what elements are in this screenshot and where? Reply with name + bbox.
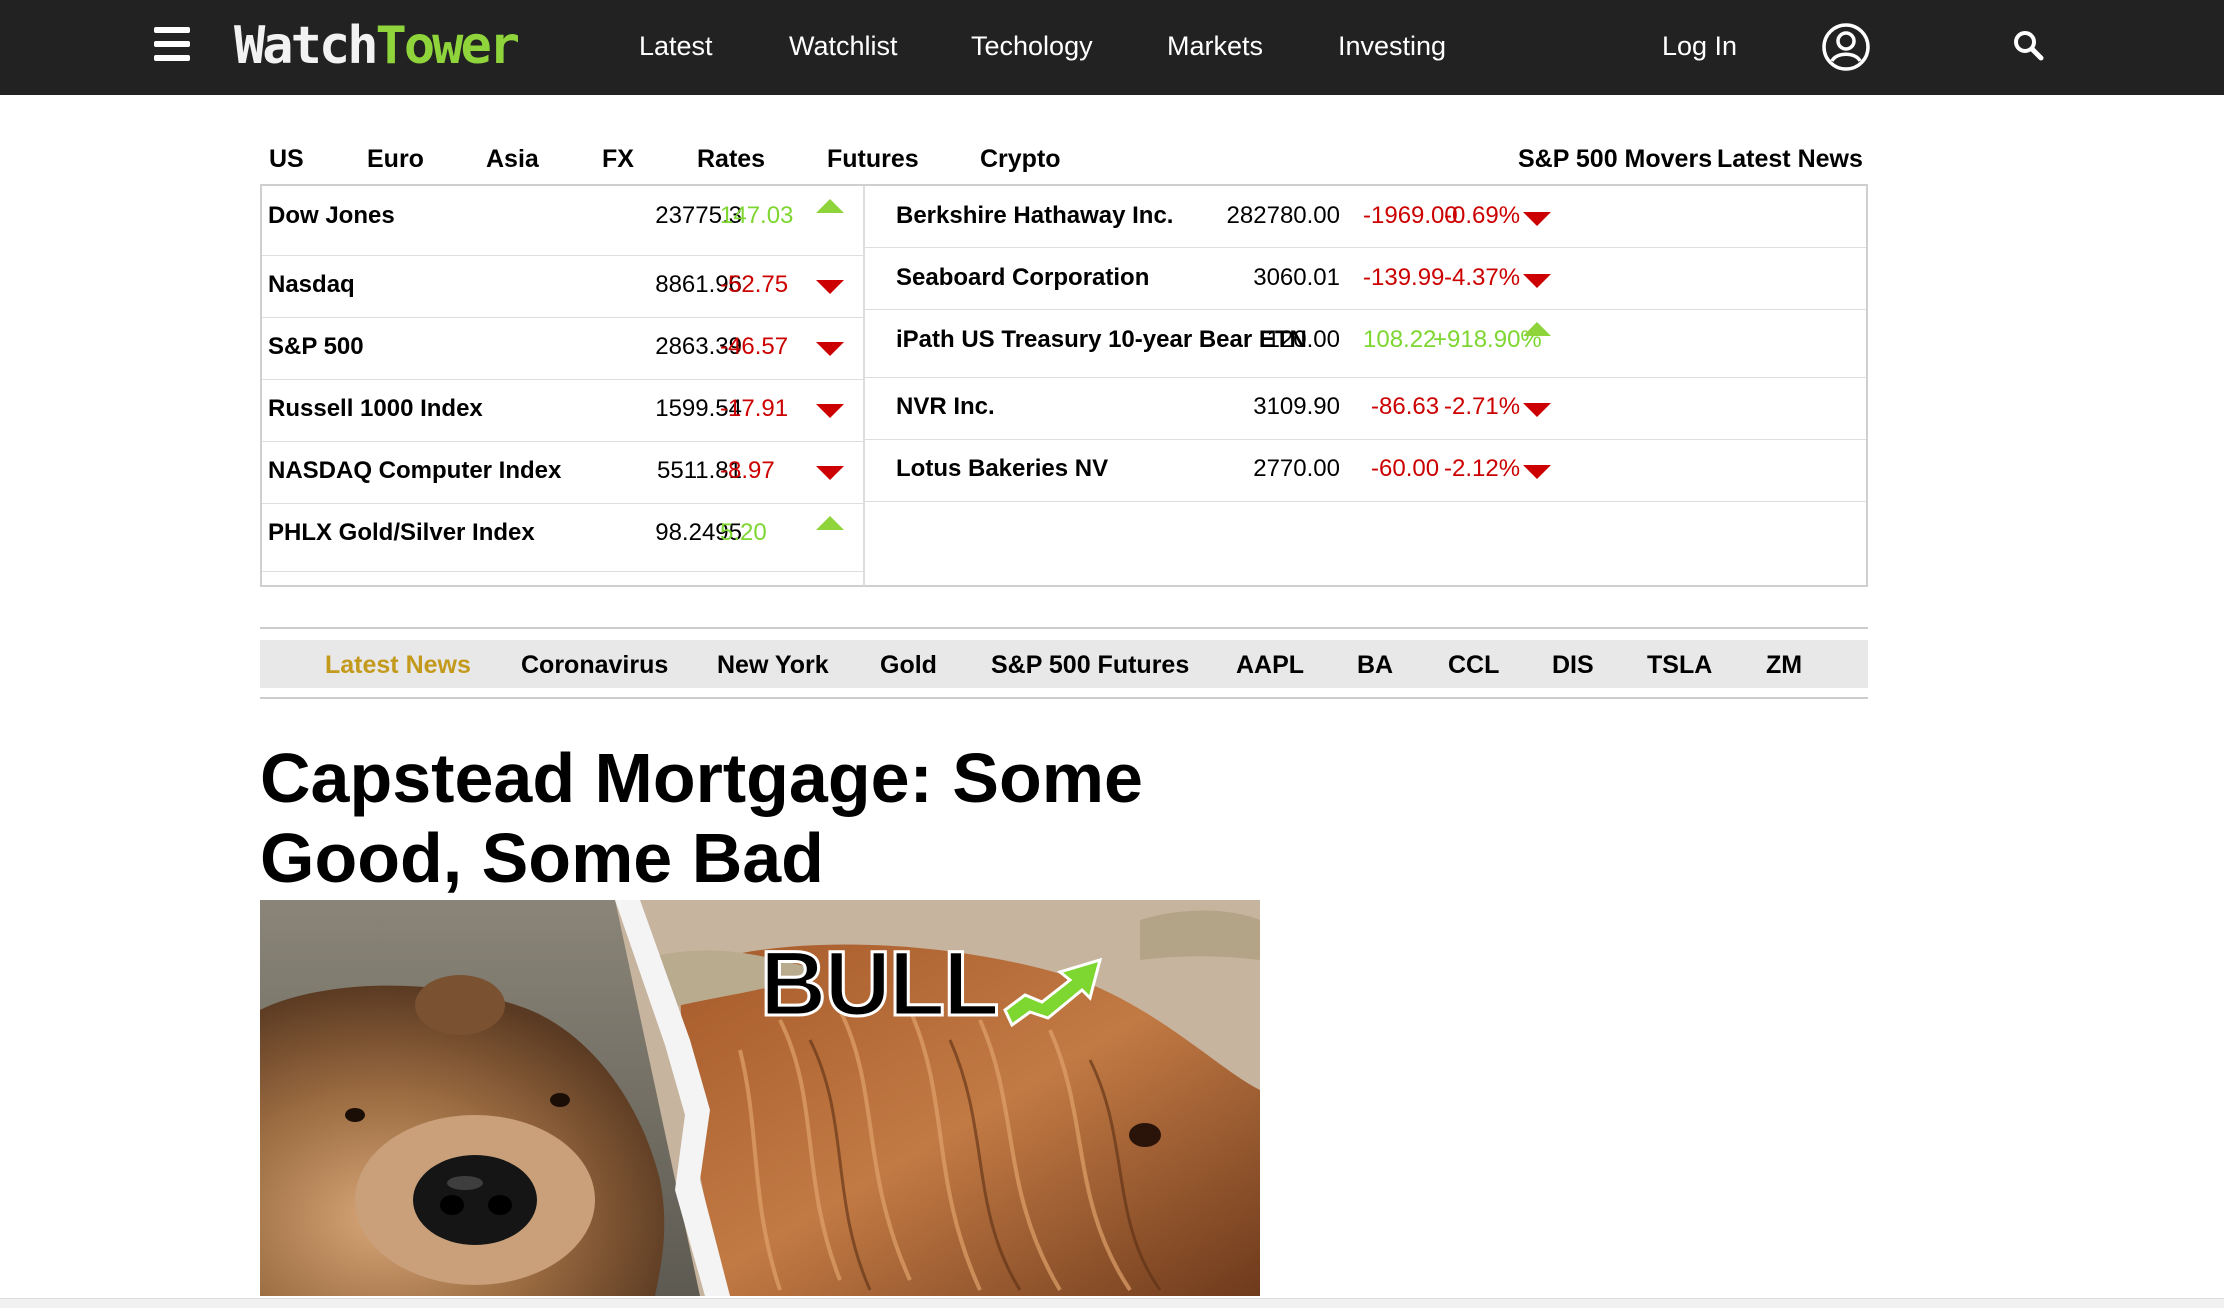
arrow-down-icon [1523,212,1551,226]
topic-ccl[interactable]: CCL [1448,650,1499,680]
logo-part-1: Watch [234,16,379,76]
index-change: -17.91 [720,395,789,422]
index-row[interactable]: S&P 500 2863.39 -46.57 [262,318,863,380]
market-tab-fx[interactable]: FX [602,144,634,174]
arrow-up-icon [816,199,844,213]
mover-change: -139.99 [1363,264,1445,291]
market-tab-asia[interactable]: Asia [486,144,539,174]
mover-row[interactable]: iPath US Treasury 10-year Bear ETN 120.0… [865,310,1866,378]
topic-dis[interactable]: DIS [1552,650,1594,680]
market-tab-euro[interactable]: Euro [367,144,424,174]
mover-price: 3060.01 [1253,264,1340,291]
login-link[interactable]: Log In [1662,30,1737,62]
index-row[interactable]: NASDAQ Computer Index 5511.81 -8.97 [262,442,863,504]
topic-aapl[interactable]: AAPL [1236,650,1304,680]
mover-price: 3109.90 [1253,393,1340,420]
mover-name: Berkshire Hathaway Inc. [896,202,1174,229]
mover-row[interactable]: Lotus Bakeries NV 2770.00 -60.00 -2.12% [865,440,1866,502]
nav-link-latest[interactable]: Latest [639,30,713,62]
arrow-up-icon [816,516,844,530]
index-change: -8.97 [720,457,775,484]
mover-name: Lotus Bakeries NV [896,455,1109,482]
arrow-down-icon [816,280,844,294]
article-hero-image[interactable]: BULL [260,900,1260,1296]
market-data-panel: Dow Jones 23775.3 147.03 Nasdaq 8861.96 … [260,184,1868,587]
site-logo[interactable]: WatchTower [234,14,521,78]
index-change: 5.20 [720,519,767,546]
market-tab-us[interactable]: US [269,144,304,174]
market-tab-crypto[interactable]: Crypto [980,144,1061,174]
arrow-down-icon [1523,403,1551,417]
nav-link-investing[interactable]: Investing [1338,30,1446,62]
mover-row[interactable]: Seaboard Corporation 3060.01 -139.99 -4.… [865,248,1866,310]
page-footer-edge [0,1298,2224,1308]
topic-tsla[interactable]: TSLA [1647,650,1712,680]
market-tab-latest-news[interactable]: Latest News [1717,144,1863,174]
user-icon[interactable] [1821,22,1871,72]
mover-change: 108.22 [1363,326,1437,353]
top-navbar: WatchTower Latest Watchlist Techology Ma… [0,0,2224,95]
mover-price: 120.00 [1266,326,1340,353]
arrow-up-icon [1523,322,1551,336]
market-tab-futures[interactable]: Futures [827,144,919,174]
arrow-down-icon [816,342,844,356]
index-row[interactable]: PHLX Gold/Silver Index 98.2495 5.20 [262,504,863,572]
arrow-down-icon [816,404,844,418]
mover-name: Seaboard Corporation [896,264,1150,291]
nav-link-markets[interactable]: Markets [1167,30,1263,62]
index-name: PHLX Gold/Silver Index [268,519,535,546]
index-name: NASDAQ Computer Index [268,457,562,484]
topics-divider-bottom [260,697,1868,699]
topic-coronavirus[interactable]: Coronavirus [521,650,668,680]
mover-price: 2770.00 [1253,455,1340,482]
nav-link-technology[interactable]: Techology [971,30,1093,62]
arrow-down-icon [1523,274,1551,288]
index-change: 147.03 [720,202,794,229]
nav-link-watchlist[interactable]: Watchlist [789,30,898,62]
topic-gold[interactable]: Gold [880,650,937,680]
arrow-down-icon [816,466,844,480]
market-tab-sp500-movers[interactable]: S&P 500 Movers [1518,144,1712,174]
index-name: Dow Jones [268,202,395,229]
topics-divider-top [260,627,1868,629]
mover-name: NVR Inc. [896,393,995,420]
arrow-down-icon [1523,465,1551,479]
mover-percent: -0.69% [1444,202,1521,229]
article-headline[interactable]: Capstead Mortgage: Some Good, Some Bad [260,738,1260,898]
index-change: -46.57 [720,333,789,360]
topic-new-york[interactable]: New York [717,650,829,680]
mover-change: -86.63 [1371,393,1440,420]
mover-percent: -2.71% [1444,393,1521,420]
bear-bull-illustration: BULL [260,900,1260,1296]
topic-zm[interactable]: ZM [1766,650,1802,680]
bull-label: BULL [760,933,997,1035]
index-change: -52.75 [720,271,789,298]
index-row[interactable]: Nasdaq 8861.96 -52.75 [262,256,863,318]
topic-ba[interactable]: BA [1357,650,1393,680]
topic-sp500-futures[interactable]: S&P 500 Futures [991,650,1189,680]
mover-percent: -4.37% [1444,264,1521,291]
mover-row[interactable]: NVR Inc. 3109.90 -86.63 -2.71% [865,378,1866,440]
index-name: Nasdaq [268,271,355,298]
topic-latest-news[interactable]: Latest News [325,650,471,680]
logo-part-2: Tower [375,16,521,76]
mover-change: -60.00 [1371,455,1440,482]
index-row[interactable]: Russell 1000 Index 1599.54 -17.91 [262,380,863,442]
index-row[interactable]: Dow Jones 23775.3 147.03 [262,186,863,256]
menu-icon[interactable] [154,27,190,61]
market-tab-rates[interactable]: Rates [697,144,765,174]
search-icon[interactable] [2012,29,2044,61]
mover-row[interactable]: Berkshire Hathaway Inc. 282780.00 -1969.… [865,186,1866,248]
mover-price: 282780.00 [1226,202,1340,229]
index-name: S&P 500 [268,333,364,360]
mover-percent: -2.12% [1444,455,1521,482]
index-name: Russell 1000 Index [268,395,483,422]
topics-bar: Latest News Coronavirus New York Gold S&… [260,640,1868,688]
